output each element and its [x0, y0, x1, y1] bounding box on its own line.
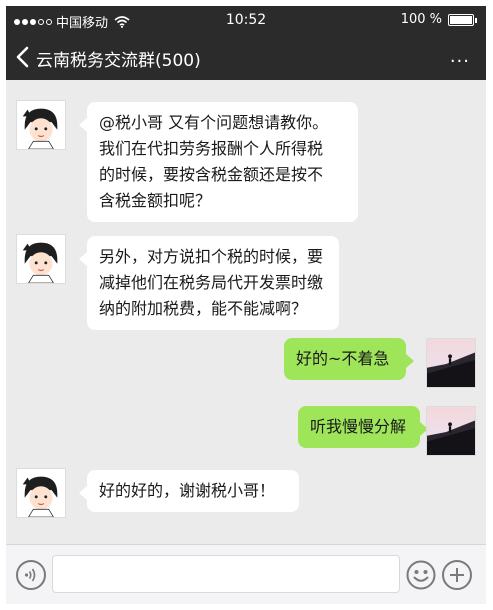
message-line: 另外，对方说扣个税的时候，要 — [99, 247, 324, 266]
voice-icon[interactable] — [16, 560, 46, 590]
nav-bar: 云南税务交流群(500) ... — [6, 34, 486, 80]
message-input[interactable] — [52, 555, 400, 593]
emoji-icon[interactable] — [406, 560, 436, 590]
message-line: 纳的附加税费，能不能减啊？ — [99, 299, 308, 318]
message-line: 含税金额扣呢？ — [99, 191, 212, 210]
cartoon-girl-avatar[interactable] — [16, 100, 66, 150]
message-line: @税小哥 又有个问题想请教你。 — [99, 113, 329, 132]
back-arrow-icon[interactable] — [14, 45, 32, 69]
input-bar — [6, 544, 486, 604]
status-right: 100 % — [400, 12, 477, 27]
chat-area[interactable]: @税小哥 又有个问题想请教你。 我们在代扣劳务报酬个人所得税 的时候，要按含税金… — [6, 80, 486, 544]
message-bubble-2[interactable]: 另外，对方说扣个税的时候，要 减掉他们在税务局代开发票时缴 纳的附加税费，能不能… — [79, 236, 339, 330]
message-bubble-1[interactable]: @税小哥 又有个问题想请教你。 我们在代扣劳务报酬个人所得税 的时候，要按含税金… — [79, 102, 358, 222]
plus-icon[interactable] — [442, 560, 472, 590]
status-bar: 中国移动 10:52 100 % — [6, 6, 486, 34]
cartoon-girl-avatar[interactable] — [16, 234, 66, 284]
message-line: 我们在代扣劳务报酬个人所得税 — [99, 139, 324, 158]
battery-level-fill — [450, 15, 472, 24]
message-bubble-5[interactable]: 好的好的，谢谢税小哥！ — [79, 470, 299, 512]
message-line: 好的~不着急 — [296, 349, 390, 368]
chat-title: 云南税务交流群(500) — [36, 51, 201, 71]
battery-percent: 100 % — [400, 12, 442, 27]
message-bubble-4[interactable]: 听我慢慢分解 — [298, 406, 428, 448]
message-line: 听我慢慢分解 — [310, 417, 407, 436]
silhouette-landscape-avatar[interactable] — [426, 406, 476, 456]
message-bubble-3[interactable]: 好的~不着急 — [284, 338, 414, 380]
phone-screen: 中国移动 10:52 100 % 云南税务交流群(500) ... @税小哥 又… — [6, 6, 486, 604]
message-line: 的时候，要按含税金额还是按不 — [99, 165, 324, 184]
silhouette-landscape-avatar[interactable] — [426, 338, 476, 388]
cartoon-girl-avatar[interactable] — [16, 468, 66, 518]
more-options-button[interactable]: ... — [450, 46, 470, 67]
message-line: 减掉他们在税务局代开发票时缴 — [99, 273, 324, 292]
message-line: 好的好的，谢谢税小哥！ — [99, 481, 276, 500]
battery-icon — [448, 13, 477, 26]
